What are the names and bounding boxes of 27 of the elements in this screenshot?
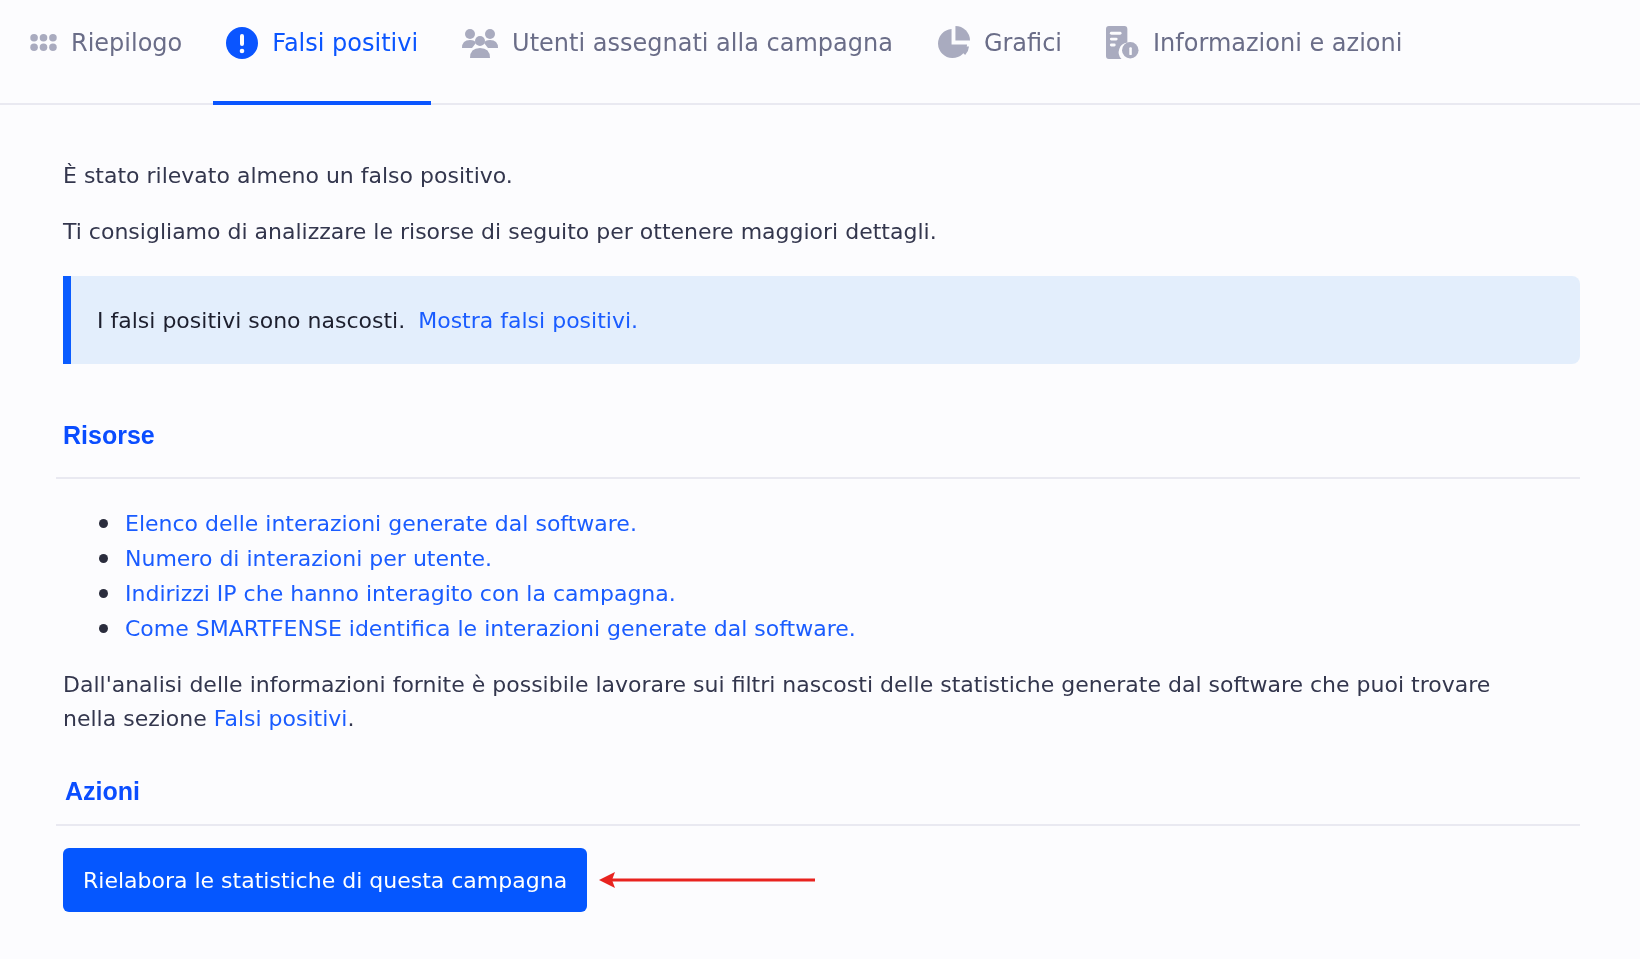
reprocess-button[interactable]: Rielabora le statistiche di questa campagna: [63, 848, 588, 912]
resource-link[interactable]: Elenco delle interazioni generate dal software.: [125, 511, 637, 536]
intro-text: È stato rilevato almeno un falso positivo.: [63, 162, 514, 190]
section-heading: Azioni: [65, 776, 141, 806]
tab[interactable]: Informazioni e azioni: [1093, 0, 1416, 105]
pie-chart-icon: [936, 26, 970, 59]
note-text: Dall'analisi delle informazioni fornite è possibile lavorare sui filtri nascosti delle statistiche generate dal software che puoi trovare nella sezione Falsi positivi.: [63, 671, 1492, 733]
intro-text: Ti consigliamo di analizzare le risorse di seguito per ottenere maggiori dettagli.: [63, 218, 938, 246]
alert-icon: [226, 26, 259, 59]
bullet-icon: [99, 589, 108, 598]
resource-link[interactable]: Come SMARTFENSE identifica le interazioni generate dal software.: [125, 616, 856, 641]
users-icon: [462, 27, 499, 58]
bullet-icon: [99, 624, 108, 633]
tab[interactable]: Riepilogo: [17, 0, 196, 105]
resource-link[interactable]: Indirizzi IP che hanno interagito con la campagna.: [125, 581, 676, 606]
document-info-icon: [1106, 26, 1140, 59]
tab[interactable]: Utenti assegnati alla campagna: [449, 0, 906, 105]
dots-grid-icon: [30, 34, 57, 51]
tab[interactable]: Grafici: [923, 0, 1076, 105]
bullet-icon: [99, 554, 108, 563]
notice-text: I falsi positivi sono nascosti.: [97, 307, 406, 333]
resource-link[interactable]: Numero di interazioni per utente.: [125, 546, 493, 571]
section-heading: Risorse: [63, 420, 156, 450]
tab[interactable]: Falsi positivi: [213, 0, 432, 105]
show-link[interactable]: Mostra falsi positivi.: [418, 307, 639, 333]
section-link[interactable]: Falsi positivi: [213, 706, 348, 731]
bullet-icon: [99, 519, 108, 528]
